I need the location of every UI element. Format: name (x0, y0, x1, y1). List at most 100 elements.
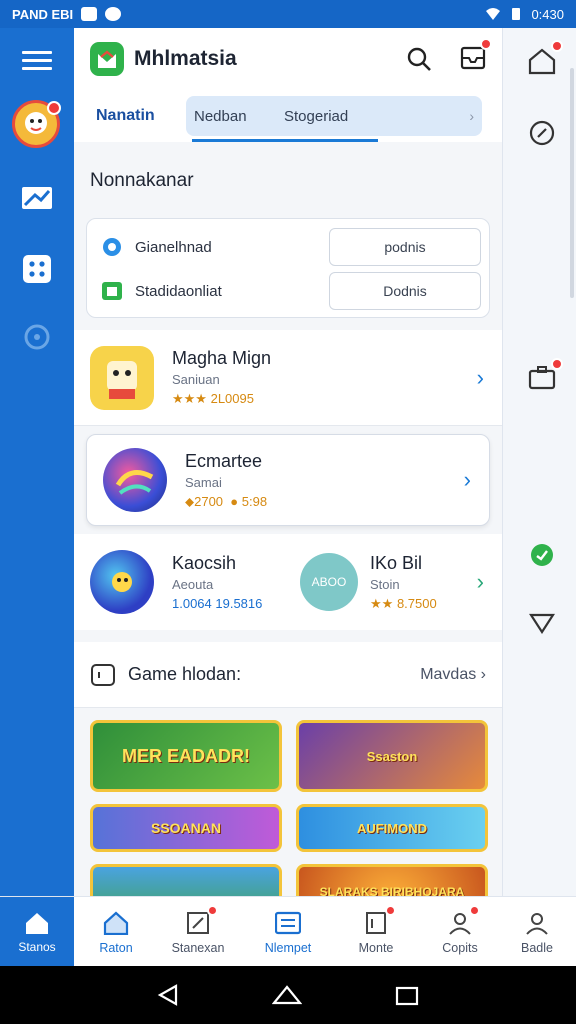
hub-more-link[interactable]: Mavdas › (420, 666, 486, 684)
game-bubble: ABOO (300, 553, 358, 611)
coin-icon: ● (230, 493, 239, 509)
chevron-right-icon[interactable]: › (469, 108, 474, 124)
house-icon (103, 911, 129, 935)
tab-item[interactable]: Nedban (194, 108, 284, 125)
chat-icon[interactable] (525, 538, 559, 572)
game-banner[interactable]: MER EADADR! (90, 720, 282, 792)
tab-bar: Nanatin Nedban Stogeriad › (74, 90, 502, 142)
gear-icon (99, 234, 125, 260)
briefcase-icon[interactable] (525, 358, 563, 394)
chevron-right-icon[interactable]: › (464, 467, 471, 493)
left-rail (0, 28, 74, 896)
profile-icon (526, 913, 548, 935)
tab-item[interactable]: Stogeriad (284, 108, 348, 125)
nav-label: Stanos (18, 939, 56, 954)
game-banner[interactable]: SSOANAN (90, 804, 282, 852)
game-name: Magha Mign (172, 348, 272, 368)
system-nav-bar (0, 966, 576, 1024)
banner-text: AUFIMOND (356, 820, 428, 836)
refresh-icon[interactable] (18, 318, 56, 356)
nav-item[interactable]: Badle (498, 897, 576, 967)
quick-actions-card: Gianelhnad podnis Stadidaonliat Dodnis (86, 218, 490, 318)
gamepad-icon (91, 663, 115, 686)
nav-home[interactable]: Stanos (0, 897, 74, 967)
game-banner[interactable]: Ssaston (296, 720, 488, 792)
game-list-item[interactable]: Ecmartee Samai ⬥2700 ● 5:98 › (86, 434, 490, 526)
wifi-icon (486, 8, 501, 20)
game-meta: 2L0095 (210, 391, 254, 406)
home-button-icon[interactable] (272, 983, 302, 1007)
compass-icon[interactable] (525, 116, 559, 150)
quick-action-button[interactable]: Dodnis (329, 272, 481, 310)
game-subtitle: Samai (185, 474, 222, 490)
nav-label: Badle (521, 941, 553, 955)
triangle-down-icon[interactable] (525, 606, 559, 640)
nav-item[interactable]: Raton (76, 897, 156, 967)
nav-label: Nlempet (264, 941, 312, 955)
game-list-item[interactable]: Kaocsih Aeouta 1.0064 19.5816 ABOO IKo B… (74, 534, 502, 630)
app-title: Mhlmatsia (134, 47, 237, 70)
game-name: Kaocsih (172, 553, 237, 573)
notification-icon (81, 7, 98, 21)
home-outline-icon[interactable] (525, 40, 563, 78)
banner-text: Ssaston (366, 748, 418, 764)
app-logo-icon (90, 42, 124, 76)
game-banner[interactable]: SLARAKS BIRIBHOJARA DANIAN (296, 864, 488, 896)
chevron-right-icon[interactable]: › (477, 569, 484, 595)
avatar-badge (47, 101, 61, 115)
scrollbar[interactable] (570, 68, 574, 298)
battery-icon (512, 8, 521, 20)
nav-item[interactable]: Nlempet (248, 897, 328, 967)
coin-icon: ⬥ (185, 493, 195, 509)
game-thumbnail (90, 550, 154, 614)
game-banner[interactable]: AUFIMOND (296, 804, 488, 852)
status-left-text: PAND EBI (12, 6, 74, 22)
nav-item[interactable]: Monte (336, 897, 416, 967)
dice-icon[interactable] (18, 250, 56, 288)
banner-text: SLARAKS BIRIBHOJARA DANIAN (319, 885, 465, 896)
banner-grid: MER EADADR! Ssaston SSOANAN AUFIMOND SLA… (74, 708, 502, 896)
game-name: Ecmartee (185, 450, 263, 471)
game-subtitle: Stoin (370, 576, 400, 592)
avatar[interactable] (12, 100, 61, 148)
hub-title: Game hlodan: (128, 664, 242, 684)
nav-item[interactable]: Stanexan (158, 897, 238, 967)
nav-item[interactable]: Copits (420, 897, 500, 967)
rating-stars: ★★ (370, 595, 394, 611)
nav-label: Copits (442, 941, 478, 955)
quick-action-row: Gianelhnad podnis (87, 225, 489, 269)
nav-badge (469, 905, 480, 916)
quick-action-row: Stadidaonliat Dodnis (87, 269, 489, 313)
banner-text: MER EADADR! (122, 745, 250, 766)
notification-badge (551, 40, 563, 52)
game-name: IKo Bil (370, 552, 423, 573)
rating-stars: ★★★ (172, 391, 207, 406)
game-banner[interactable] (90, 864, 282, 896)
tab-active[interactable]: Nanatin (74, 90, 186, 142)
people-icon (449, 913, 471, 935)
inbox-button[interactable] (460, 37, 492, 75)
game-list-item[interactable]: Magha Mign Saniuan ★★★ 2L0095 › (74, 330, 502, 426)
menu-icon[interactable] (18, 42, 56, 80)
sync-icon (105, 7, 122, 21)
chevron-right-icon[interactable]: › (477, 365, 484, 391)
game-thumbnail (90, 345, 154, 410)
back-icon[interactable] (156, 983, 180, 1007)
game-subtitle: Saniuan (172, 372, 220, 387)
game-thumbnail (103, 448, 167, 512)
home-icon (26, 912, 48, 934)
game-subtitle: Aeouta (172, 577, 214, 592)
notification-badge (551, 358, 563, 370)
tab-group: Nedban Stogeriad › (186, 96, 482, 136)
inbox-badge (480, 37, 492, 50)
tab-indicator (192, 139, 378, 142)
mail-icon[interactable] (18, 178, 56, 216)
box-icon (99, 278, 125, 304)
quick-action-button[interactable]: podnis (329, 228, 481, 266)
nav-badge (207, 905, 218, 916)
right-panel (502, 28, 576, 896)
mascot-icon (25, 112, 47, 134)
search-icon[interactable] (406, 46, 432, 72)
recents-icon[interactable] (394, 983, 420, 1007)
quick-action-label: Stadidaonliat (135, 282, 222, 300)
